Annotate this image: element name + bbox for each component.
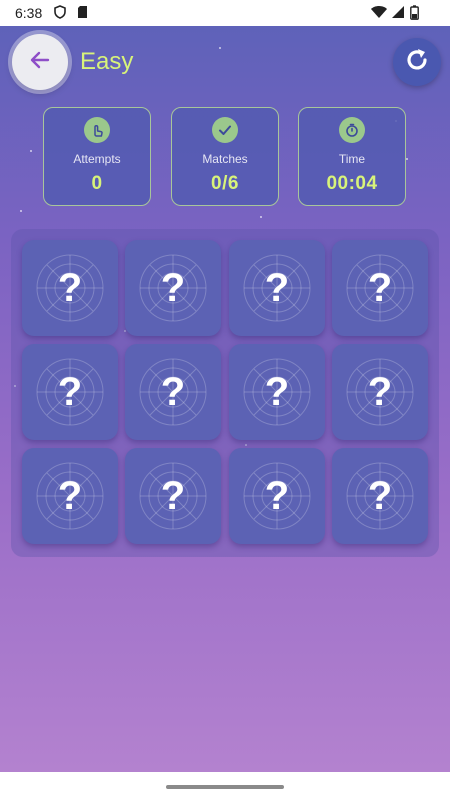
attempts-stat: Attempts 0 xyxy=(43,107,151,206)
refresh-icon xyxy=(403,46,431,79)
card-face: ? xyxy=(57,265,83,310)
card-face: ? xyxy=(160,473,186,518)
attempts-label: Attempts xyxy=(73,152,121,166)
card-7[interactable]: ? xyxy=(229,344,325,440)
status-time: 6:38 xyxy=(15,5,43,21)
card-face: ? xyxy=(57,369,83,414)
time-label: Time xyxy=(338,152,366,166)
card-3[interactable]: ? xyxy=(229,240,325,336)
restart-button[interactable] xyxy=(393,38,441,86)
back-button[interactable] xyxy=(12,34,68,90)
matches-value: 0/6 xyxy=(211,173,239,194)
card-face: ? xyxy=(160,369,186,414)
card-face: ? xyxy=(57,473,83,518)
check-icon xyxy=(212,117,238,143)
card-face: ? xyxy=(264,265,290,310)
card-face: ? xyxy=(367,473,393,518)
matches-label: Matches xyxy=(202,152,248,166)
home-gesture-handle[interactable] xyxy=(166,785,284,789)
time-stat: Time 00:04 xyxy=(298,107,406,206)
card-face: ? xyxy=(160,265,186,310)
arrow-left-icon xyxy=(29,49,51,76)
battery-icon xyxy=(410,5,419,23)
card-5[interactable]: ? xyxy=(22,344,118,440)
matches-stat: Matches 0/6 xyxy=(171,107,279,206)
status-bar: 6:38 xyxy=(0,0,450,26)
shield-icon xyxy=(54,5,66,22)
stopwatch-icon xyxy=(339,117,365,143)
card-12[interactable]: ? xyxy=(332,448,428,544)
card-grid: ? ? ? ? ? ? ? ? ? ? ? ? xyxy=(11,229,439,557)
time-value: 00:04 xyxy=(326,173,378,194)
card-6[interactable]: ? xyxy=(125,344,221,440)
card-face: ? xyxy=(367,369,393,414)
card-9[interactable]: ? xyxy=(22,448,118,544)
attempts-value: 0 xyxy=(91,173,103,194)
card-2[interactable]: ? xyxy=(125,240,221,336)
card-8[interactable]: ? xyxy=(332,344,428,440)
tap-icon xyxy=(84,117,110,143)
sd-card-icon xyxy=(77,5,88,22)
card-face: ? xyxy=(264,473,290,518)
card-4[interactable]: ? xyxy=(332,240,428,336)
signal-icon xyxy=(391,5,405,22)
navigation-bar xyxy=(0,772,450,800)
card-11[interactable]: ? xyxy=(229,448,325,544)
card-face: ? xyxy=(264,369,290,414)
wifi-icon xyxy=(370,5,388,22)
page-title: Easy xyxy=(80,48,134,75)
card-1[interactable]: ? xyxy=(22,240,118,336)
card-face: ? xyxy=(367,265,393,310)
card-10[interactable]: ? xyxy=(125,448,221,544)
